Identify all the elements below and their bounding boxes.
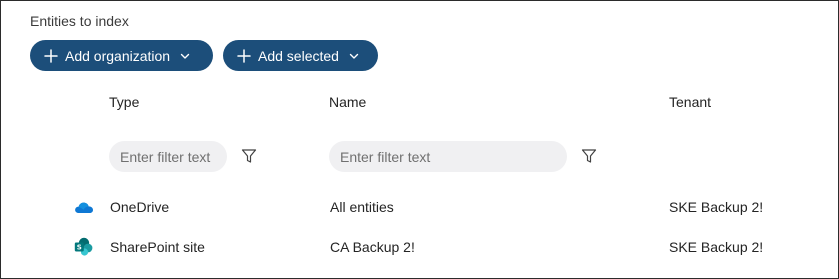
name-filter-input[interactable] (329, 141, 567, 172)
sharepoint-icon: S (74, 237, 93, 256)
row-type: OneDrive (110, 199, 170, 215)
type-filter-input[interactable] (109, 141, 227, 172)
add-selected-button[interactable]: Add selected (223, 40, 378, 71)
row-tenant: SKE Backup 2! (669, 199, 764, 215)
entities-panel: Entities to index Add organization Add s… (0, 0, 839, 279)
row-name: CA Backup 2! (330, 239, 415, 255)
chevron-down-icon (349, 53, 359, 59)
row-tenant: SKE Backup 2! (669, 239, 764, 255)
plus-icon (237, 48, 251, 63)
add-selected-label: Add selected (258, 47, 339, 64)
plus-icon (44, 48, 58, 63)
add-organization-label: Add organization (65, 47, 171, 64)
row-name: All entities (330, 199, 394, 215)
chevron-down-icon (180, 53, 190, 59)
section-title: Entities to index (30, 13, 129, 29)
add-organization-button[interactable]: Add organization (30, 40, 213, 71)
column-header-tenant[interactable]: Tenant (669, 94, 711, 110)
svg-text:S: S (77, 244, 82, 252)
column-header-name[interactable]: Name (329, 94, 366, 110)
row-type: SharePoint site (110, 239, 205, 255)
onedrive-icon (75, 202, 93, 213)
column-header-type[interactable]: Type (109, 94, 139, 110)
filter-icon[interactable] (241, 148, 257, 164)
filter-icon[interactable] (581, 148, 597, 164)
